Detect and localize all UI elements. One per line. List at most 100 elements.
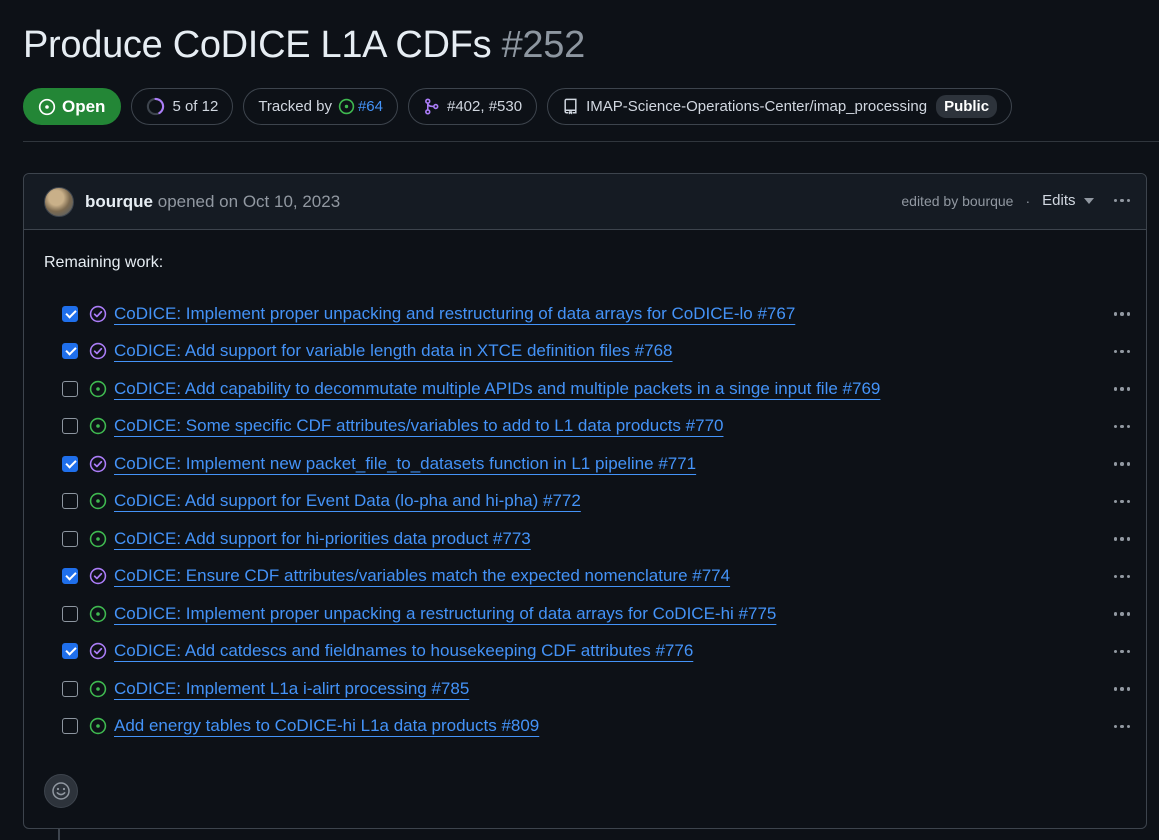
tracked-by-label: Tracked by [258, 98, 332, 115]
task-link[interactable]: CoDICE: Add capability to decommutate mu… [114, 379, 880, 399]
task-checkbox[interactable] [62, 305, 78, 322]
task-list-item: CoDICE: Implement new packet_file_to_dat… [24, 445, 1146, 483]
body-heading: Remaining work: [44, 254, 164, 271]
edited-by: edited by bourque [901, 192, 1014, 209]
check-circle-icon [89, 643, 107, 660]
avatar[interactable] [44, 187, 74, 217]
task-link[interactable]: CoDICE: Ensure CDF attributes/variables … [114, 566, 730, 586]
task-options-kebab-icon[interactable] [1113, 687, 1130, 691]
task-list-item: CoDICE: Implement proper unpacking a res… [24, 595, 1146, 633]
edits-dropdown[interactable]: Edits [1042, 192, 1094, 209]
task-link[interactable]: CoDICE: Add support for variable length … [114, 341, 673, 361]
issue-title: Produce CoDICE L1A CDFs [23, 24, 492, 66]
header-divider [23, 141, 1159, 142]
task-options-kebab-icon[interactable] [1113, 499, 1130, 503]
issue-meta-row: Open 5 of 12 Tracked by #64 #402, #530 I… [23, 87, 1013, 126]
check-circle-icon [89, 568, 107, 585]
state-badge: Open [23, 88, 122, 125]
issue-opened-icon [89, 718, 107, 735]
task-list: CoDICE: Implement proper unpacking and r… [24, 295, 1146, 745]
issue-title-row: Produce CoDICE L1A CDFs #252 [23, 24, 585, 67]
task-checkbox[interactable] [62, 718, 78, 735]
task-list-item: CoDICE: Implement proper unpacking and r… [24, 295, 1146, 333]
issue-opened-icon [89, 530, 107, 547]
task-list-item: CoDICE: Some specific CDF attributes/var… [24, 408, 1146, 446]
state-label: Open [62, 96, 106, 116]
issue-opened-icon [89, 493, 107, 510]
add-reaction-button[interactable] [44, 774, 78, 808]
check-circle-icon [89, 343, 107, 360]
task-list-item: CoDICE: Ensure CDF attributes/variables … [24, 558, 1146, 596]
linked-prs-button[interactable]: #402, #530 [408, 88, 538, 125]
task-link[interactable]: CoDICE: Some specific CDF attributes/var… [114, 416, 723, 436]
issue-opened-icon [89, 680, 107, 697]
task-options-kebab-icon[interactable] [1113, 537, 1130, 541]
task-options-kebab-icon[interactable] [1113, 312, 1130, 316]
task-checkbox[interactable] [62, 643, 78, 660]
progress-ring-icon [146, 97, 165, 116]
task-checkbox[interactable] [62, 605, 78, 622]
task-options-kebab-icon[interactable] [1113, 349, 1130, 353]
repository-button[interactable]: IMAP-Science-Operations-Center/imap_proc… [547, 88, 1013, 125]
issue-opened-icon [338, 98, 355, 115]
task-options-kebab-icon[interactable] [1113, 387, 1130, 391]
task-link[interactable]: CoDICE: Add support for Event Data (lo-p… [114, 491, 581, 511]
visibility-badge: Public [936, 95, 998, 118]
task-list-item: CoDICE: Add support for hi-priorities da… [24, 520, 1146, 558]
task-link[interactable]: CoDICE: Implement L1a i-alirt processing… [114, 679, 469, 699]
task-checkbox[interactable] [62, 493, 78, 510]
task-options-kebab-icon[interactable] [1113, 424, 1130, 428]
issue-opened-icon [89, 418, 107, 435]
issue-opened-icon [38, 98, 56, 115]
task-options-kebab-icon[interactable] [1113, 612, 1130, 616]
comment-options-kebab-icon[interactable] [1113, 198, 1130, 203]
task-options-kebab-icon[interactable] [1113, 724, 1130, 728]
author-link[interactable]: bourque [85, 192, 153, 211]
task-options-kebab-icon[interactable] [1113, 649, 1130, 653]
issue-number: #252 [501, 24, 586, 66]
tracked-by-button[interactable]: Tracked by #64 [243, 88, 398, 125]
check-circle-icon [89, 305, 107, 322]
repo-icon [562, 98, 579, 115]
task-link[interactable]: CoDICE: Implement proper unpacking a res… [114, 604, 776, 624]
edits-label: Edits [1042, 192, 1076, 209]
comment-header: bourque opened on Oct 10, 2023 edited by… [24, 174, 1146, 230]
task-list-item: CoDICE: Add catdescs and fieldnames to h… [24, 633, 1146, 671]
task-checkbox[interactable] [62, 343, 78, 360]
task-checkbox[interactable] [62, 418, 78, 435]
task-link[interactable]: CoDICE: Add support for hi-priorities da… [114, 529, 531, 549]
comment-author-line: bourque opened on Oct 10, 2023 [85, 192, 340, 212]
linked-prs-label: #402, #530 [447, 98, 523, 115]
check-circle-icon [89, 455, 107, 472]
comment-header-actions: edited by bourque · Edits [901, 192, 1130, 209]
task-checkbox[interactable] [62, 455, 78, 472]
task-list-item: CoDICE: Implement L1a i-alirt processing… [24, 670, 1146, 708]
task-checkbox[interactable] [62, 680, 78, 697]
task-link[interactable]: Add energy tables to CoDICE-hi L1a data … [114, 716, 539, 736]
task-list-item: CoDICE: Add support for Event Data (lo-p… [24, 483, 1146, 521]
issue-opened-icon [89, 605, 107, 622]
tracked-by-link[interactable]: #64 [358, 98, 383, 115]
task-checkbox[interactable] [62, 380, 78, 397]
opened-date: opened on Oct 10, 2023 [157, 192, 341, 211]
task-link[interactable]: CoDICE: Implement proper unpacking and r… [114, 304, 795, 324]
task-list-item: Add energy tables to CoDICE-hi L1a data … [24, 708, 1146, 746]
task-checkbox[interactable] [62, 568, 78, 585]
task-checkbox[interactable] [62, 530, 78, 547]
progress-label: 5 of 12 [172, 98, 219, 115]
task-list-item: CoDICE: Add capability to decommutate mu… [24, 370, 1146, 408]
timeline-line [58, 829, 60, 840]
issue-opened-icon [89, 380, 107, 397]
task-link[interactable]: CoDICE: Implement new packet_file_to_dat… [114, 454, 696, 474]
task-options-kebab-icon[interactable] [1113, 462, 1130, 466]
chevron-down-icon [1083, 197, 1094, 204]
progress-button[interactable]: 5 of 12 [131, 88, 234, 125]
smiley-icon [52, 782, 70, 800]
task-link[interactable]: CoDICE: Add catdescs and fieldnames to h… [114, 641, 693, 661]
separator-dot: · [1025, 192, 1031, 209]
repository-name[interactable]: IMAP-Science-Operations-Center/imap_proc… [586, 98, 927, 115]
task-list-item: CoDICE: Add support for variable length … [24, 333, 1146, 371]
git-merge-icon [423, 98, 440, 115]
issue-body-comment: bourque opened on Oct 10, 2023 edited by… [23, 173, 1147, 829]
task-options-kebab-icon[interactable] [1113, 574, 1130, 578]
